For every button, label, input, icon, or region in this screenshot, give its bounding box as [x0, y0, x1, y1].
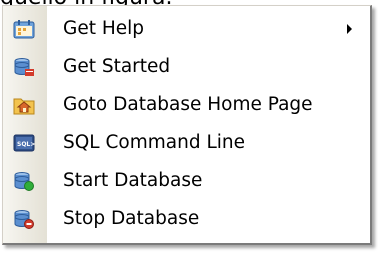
menu-item-label: Start Database — [63, 170, 203, 191]
menu-item-label: Goto Database Home Page — [63, 94, 313, 115]
home-folder-icon — [13, 95, 35, 115]
menu-item-label: Stop Database — [63, 208, 200, 229]
help-calendar-icon — [13, 19, 35, 39]
menu-item-start-database[interactable]: Start Database — [3, 162, 370, 200]
menu-item-get-help[interactable]: Get Help — [3, 10, 370, 48]
svg-text:SQL>: SQL> — [17, 141, 35, 148]
menu-item-stop-database[interactable]: Stop Database — [3, 200, 370, 238]
sql-console-icon: SQL> — [13, 133, 35, 153]
context-menu: Get Help Get Started Goto Database Home … — [2, 5, 372, 245]
submenu-arrow-icon — [347, 24, 352, 34]
menu-item-label: Get Help — [63, 18, 145, 39]
menu-item-label: Get Started — [63, 56, 171, 77]
menu-item-get-started[interactable]: Get Started — [3, 48, 370, 86]
menu-item-goto-database-home-page[interactable]: Goto Database Home Page — [3, 86, 370, 124]
database-start-green-icon — [13, 171, 35, 191]
database-stop-red-icon — [13, 209, 35, 229]
menu-item-label: SQL Command Line — [63, 132, 246, 153]
database-start-icon — [13, 57, 35, 77]
menu-item-sql-command-line[interactable]: SQL> SQL Command Line — [3, 124, 370, 162]
